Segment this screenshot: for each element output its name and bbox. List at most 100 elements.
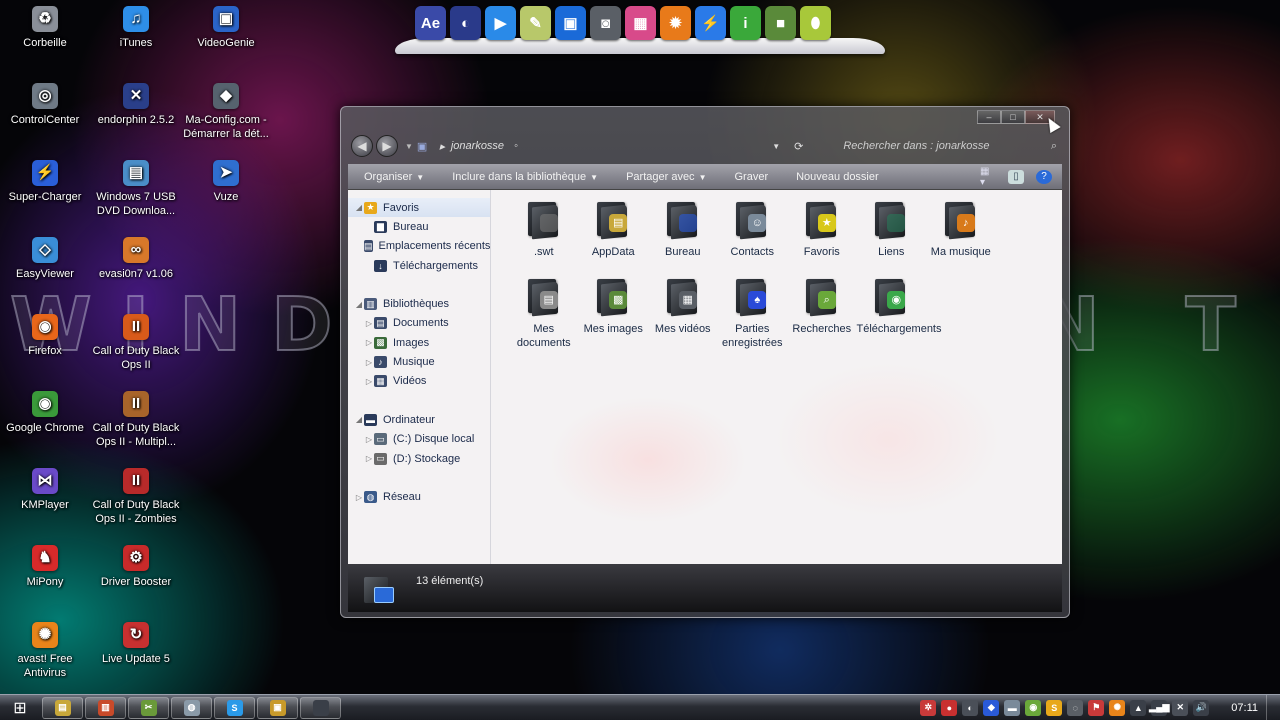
folder-item[interactable]: ☺ Contacts: [718, 196, 788, 273]
folder-item[interactable]: ▩ Mes images: [579, 273, 649, 350]
tray-shield-icon[interactable]: ◆: [983, 699, 1000, 716]
address-bar[interactable]: ▸ jonarkosse ◦ ▼ ⟳: [433, 136, 803, 156]
desktop-icon-firefox[interactable]: ◉ Firefox: [0, 314, 92, 358]
expanded-arrow-icon[interactable]: ◢: [354, 300, 364, 309]
command-inclure-dans-la-biblioth-que[interactable]: Inclure dans la bibliothèque ▼: [452, 171, 598, 183]
folder-item[interactable]: ◉ Téléchargements: [857, 273, 942, 350]
folder-item[interactable]: ⌕ Recherches: [787, 273, 857, 350]
nav-item-drive-c[interactable]: ▷ ▭ (C:) Disque local: [348, 430, 490, 449]
help-icon[interactable]: ?: [1036, 169, 1052, 184]
tray-avast-icon[interactable]: ✺: [1109, 699, 1126, 716]
collapsed-arrow-icon[interactable]: ▷: [364, 338, 374, 347]
tray-driver-icon[interactable]: ▬: [1004, 699, 1021, 716]
history-dropdown-icon[interactable]: ▼: [405, 142, 413, 151]
desktop-icon-usb-dvd-tool[interactable]: ▤ Windows 7 USB DVD Downloa...: [89, 160, 183, 218]
desktop-icon-kmplayer[interactable]: ⋈ KMPlayer: [0, 468, 92, 512]
desktop-icon-mipony[interactable]: ♞ MiPony: [0, 545, 92, 589]
desktop-icon-avast[interactable]: ✺ avast! Free Antivirus: [0, 622, 92, 680]
desktop-icon-evasi0n[interactable]: ∞ evasi0n7 v1.06: [89, 237, 183, 281]
collapsed-arrow-icon[interactable]: ▷: [364, 377, 374, 386]
dock-notes-icon[interactable]: ✎: [520, 6, 551, 40]
maximize-button[interactable]: □: [1001, 110, 1025, 124]
desktop-icon-cod-black-ops[interactable]: II Call of Duty Black Ops II: [89, 314, 183, 372]
tray-usb-icon[interactable]: ◐: [962, 699, 979, 716]
tray-chat-icon[interactable]: ◉: [1025, 699, 1042, 716]
desktop-icon-super-charger[interactable]: ⚡ Super-Charger: [0, 160, 92, 204]
expanded-arrow-icon[interactable]: ◢: [354, 415, 364, 424]
folder-item[interactable]: ★ Favoris: [787, 196, 857, 273]
tray-antivirus-icon[interactable]: ●: [941, 699, 958, 716]
tray-flag-icon[interactable]: ⚑: [1088, 699, 1105, 716]
taskbar-folder-window-button[interactable]: ▣: [257, 696, 298, 719]
dock-media-player-icon[interactable]: ▶: [485, 6, 516, 40]
dock-after-effects-icon[interactable]: Ae: [415, 6, 446, 40]
tray-volume-icon[interactable]: 🔊: [1193, 699, 1210, 716]
desktop-icon-live-update[interactable]: ↻ Live Update 5: [89, 622, 183, 666]
desktop-icon-recycle-bin[interactable]: ♻ Corbeille: [0, 6, 92, 50]
taskbar-skype-button[interactable]: S: [214, 696, 255, 719]
nav-item-star[interactable]: ◢ ★ Favoris: [348, 198, 490, 218]
desktop-icon-ma-config[interactable]: ◆ Ma-Config.com - Démarrer la dét...: [179, 83, 273, 141]
desktop-icon-endorphin[interactable]: ✕ endorphin 2.5.2: [89, 83, 183, 127]
dock-camera-icon[interactable]: ◙: [590, 6, 621, 40]
collapsed-arrow-icon[interactable]: ▷: [364, 435, 374, 444]
desktop-icon-monitor[interactable]: ▣ VideoGenie: [179, 6, 273, 50]
explorer-window[interactable]: – □ ✕ ◀ ▶ ▼ ▣ ▸ jonarkosse ◦ ▼ ⟳ Recherc…: [340, 106, 1070, 618]
tray-tools-icon[interactable]: ✕: [1172, 699, 1189, 716]
desktop-icon-control-center[interactable]: ◎ ControlCenter: [0, 83, 92, 127]
tray-chevron-icon[interactable]: ▲: [1130, 699, 1147, 716]
desktop-icon-cod-zombies[interactable]: II Call of Duty Black Ops II - Zombies: [89, 468, 183, 526]
desktop-icon-easyviewer[interactable]: ◇ EasyViewer: [0, 237, 92, 281]
dock-lightning-icon[interactable]: ⚡: [695, 6, 726, 40]
folder-item[interactable]: ▦ Mes vidéos: [648, 273, 718, 350]
nav-item-desktop[interactable]: ▆ Bureau: [348, 217, 490, 236]
tray-skype-icon[interactable]: S: [1046, 699, 1063, 716]
desktop-icon-driver-booster[interactable]: ⚙ Driver Booster: [89, 545, 183, 589]
dock-cinema4d-icon[interactable]: ◐: [450, 6, 481, 40]
preview-pane-icon[interactable]: ▯: [1008, 169, 1024, 184]
folder-item[interactable]: Liens: [857, 196, 927, 273]
nav-item-documents[interactable]: ▷ ▤ Documents: [348, 314, 490, 333]
nav-item-computer[interactable]: ◢ ▬ Ordinateur: [348, 410, 490, 429]
dock-color-palette-icon[interactable]: ▦: [625, 6, 656, 40]
folder-item[interactable]: Bureau: [648, 196, 718, 273]
taskbar-disk-button[interactable]: ◍: [171, 696, 212, 719]
command-organiser[interactable]: Organiser ▼: [364, 171, 424, 183]
taskbar-blank-window-button[interactable]: [300, 696, 341, 719]
command-partager-avec[interactable]: Partager avec ▼: [626, 171, 706, 183]
folder-item[interactable]: ♠ Parties enregistrées: [718, 273, 788, 350]
desktop-icon-vuze[interactable]: ➤ Vuze: [179, 160, 273, 204]
desktop-icon-chrome[interactable]: ◉ Google Chrome: [0, 391, 92, 435]
dock-minecraft-icon[interactable]: ■: [765, 6, 796, 40]
dock-computer-icon[interactable]: ▣: [555, 6, 586, 40]
back-button[interactable]: ◀: [351, 135, 373, 157]
collapsed-arrow-icon[interactable]: ▷: [354, 493, 364, 502]
taskbar-explorer-button[interactable]: ▤: [42, 696, 83, 719]
folder-item[interactable]: ▤ Mes documents: [509, 273, 579, 350]
tray-signal-icon[interactable]: ▂▄▆: [1149, 699, 1169, 716]
taskbar-chart-app-button[interactable]: ▥: [85, 696, 126, 719]
search-icon[interactable]: ⌕: [1051, 140, 1057, 153]
tray-network-share-icon[interactable]: ✲: [920, 699, 937, 716]
forward-button[interactable]: ▶: [376, 135, 398, 157]
folder-item[interactable]: ▤ AppData: [579, 196, 649, 273]
show-desktop-button[interactable]: [1266, 694, 1280, 720]
desktop-icon-cod-multiplayer[interactable]: II Call of Duty Black Ops II - Multipl...: [89, 391, 183, 449]
folder-item[interactable]: .swt: [509, 196, 579, 273]
dock-fire-game-icon[interactable]: ✹: [660, 6, 691, 40]
tray-bubble-icon[interactable]: ◌: [1067, 699, 1084, 716]
view-options-icon[interactable]: ▦ ▾: [980, 166, 996, 188]
nav-item-music[interactable]: ▷ ♪ Musique: [348, 352, 490, 371]
taskbar-tools-button[interactable]: ✂: [128, 696, 169, 719]
collapsed-arrow-icon[interactable]: ▷: [364, 358, 374, 367]
nav-item-drive-d[interactable]: ▷ ▭ (D:) Stockage: [348, 449, 490, 468]
nav-item-images[interactable]: ▷ ▩ Images: [348, 333, 490, 352]
refresh-icon[interactable]: ⟳: [794, 140, 803, 153]
nav-item-libraries[interactable]: ◢ ▥ Bibliothèques: [348, 294, 490, 313]
dock-info-icon[interactable]: i: [730, 6, 761, 40]
collapsed-arrow-icon[interactable]: ▷: [364, 454, 374, 463]
command-graver[interactable]: Graver: [734, 171, 768, 183]
command-nouveau-dossier[interactable]: Nouveau dossier: [796, 171, 879, 183]
nav-item-videos[interactable]: ▷ ▦ Vidéos: [348, 372, 490, 391]
minimize-button[interactable]: –: [977, 110, 1001, 124]
